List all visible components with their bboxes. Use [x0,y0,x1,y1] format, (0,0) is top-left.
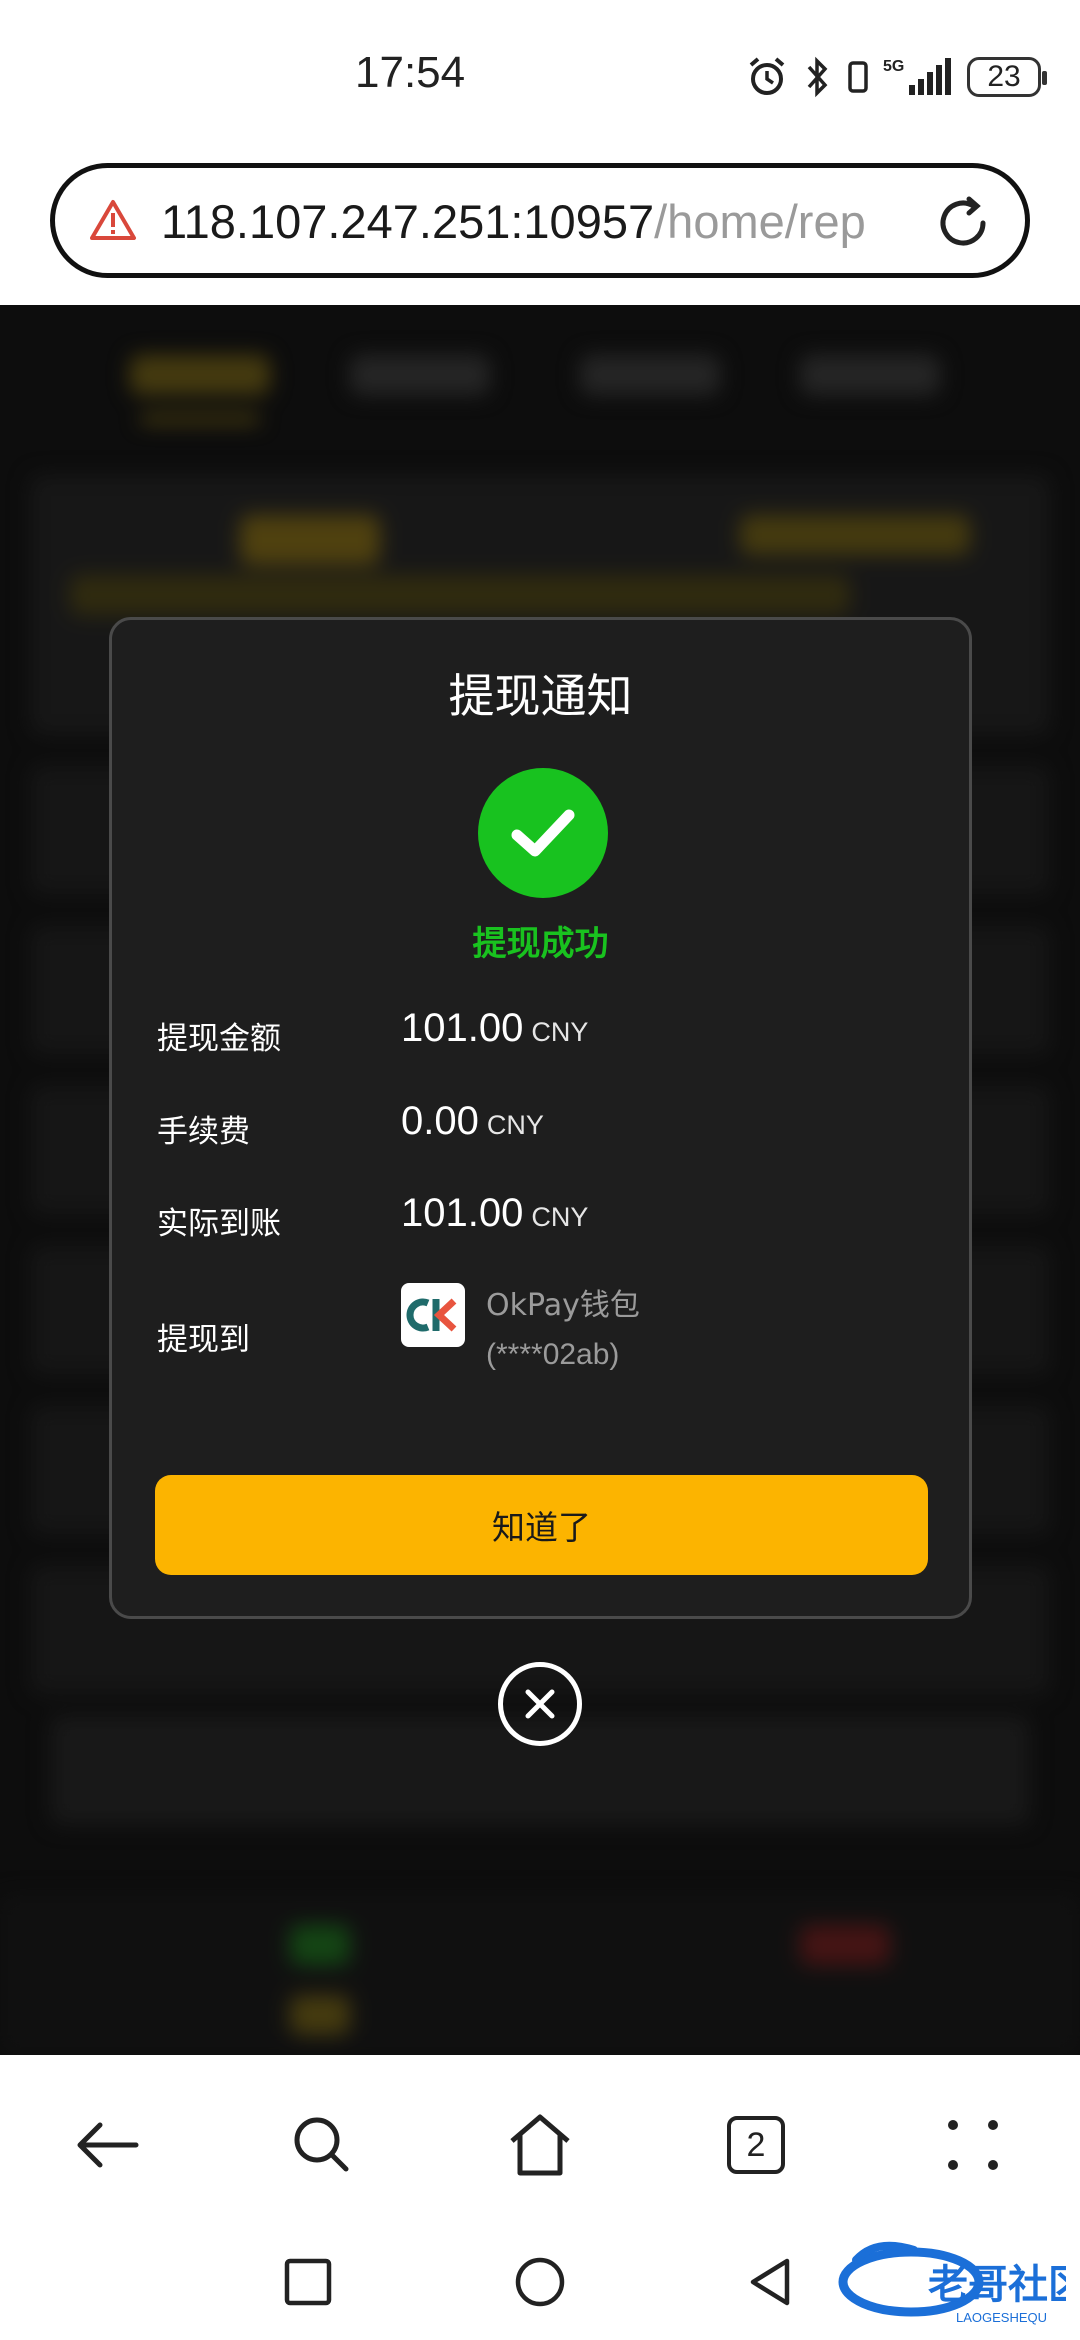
actual-number: 101.00 [401,1191,524,1235]
amount-value: 101.00 CNY [401,1006,588,1051]
alarm-icon [749,57,785,95]
wallet-account: (****02ab) [486,1338,620,1371]
okpay-logo-icon [401,1283,465,1347]
home-button[interactable] [495,2100,585,2190]
destination-label: 提现到 [157,1322,250,1358]
withdrawal-notice-dialog: 提现通知 提现成功 提现金额 101.00 CNY 手续费 0.00 CNY 实际到… [109,617,972,1619]
signal-icon: 5G [883,58,951,95]
success-check-icon [478,768,608,898]
actual-label: 实际到账 [157,1206,281,1242]
fee-number: 0.00 [401,1099,479,1143]
circle-icon [515,2257,565,2307]
bluetooth-icon [807,56,828,98]
actual-currency: CNY [531,1202,589,1232]
fee-value: 0.00 CNY [401,1099,544,1144]
reload-icon[interactable] [933,193,993,253]
tabs-button[interactable]: 2 [711,2100,801,2190]
status-icons: 5G 23 [745,52,1047,102]
watermark-text: 老哥社区 [928,2262,1066,2308]
menu-button[interactable] [928,2100,1018,2190]
triangle-back-icon [750,2258,790,2306]
battery-indicator: 23 [967,57,1047,97]
fee-currency: CNY [486,1110,544,1140]
confirm-button[interactable]: 知道了 [155,1475,928,1575]
battery-level: 23 [987,60,1021,93]
amount-number: 101.00 [401,1006,524,1050]
url-path: /home/rep [654,195,866,248]
square-icon [284,2258,332,2306]
system-home-button[interactable] [500,2242,580,2322]
url-host: 118.107.247.251:10957 [161,195,655,248]
warning-icon[interactable] [89,198,137,242]
watermark-logo: 老哥社区 LAOGESHEQU [838,2241,1066,2325]
close-icon [525,1689,555,1719]
amount-label: 提现金额 [157,1021,281,1057]
home-icon [510,2114,570,2176]
actual-value: 101.00 CNY [401,1191,588,1236]
url-text[interactable]: 118.107.247.251:10957/home/rep [161,194,951,249]
status-text: 提现成功 [472,924,609,964]
vibrate-icon [848,61,868,93]
status-time: 17:54 [355,48,466,97]
search-icon [294,2117,349,2172]
more-dots-icon [948,2120,998,2170]
close-dialog-button[interactable] [498,1662,582,1746]
wallet-name: OkPay钱包 [486,1288,640,1323]
search-button[interactable] [277,2100,367,2190]
address-bar-area: 118.107.247.251:10957/home/rep [0,150,1080,305]
system-navigation-bar: 老哥社区 LAOGESHEQU [0,2230,1080,2340]
checkmark-icon [511,809,575,857]
network-type: 5G [883,58,904,75]
browser-toolbar: 2 [0,2055,1080,2230]
back-button[interactable] [62,2100,152,2190]
amount-currency: CNY [531,1017,589,1047]
tabs-count: 2 [727,2116,785,2174]
address-bar[interactable]: 118.107.247.251:10957/home/rep [50,163,1030,278]
system-back-button[interactable] [730,2242,810,2322]
arrow-left-icon [77,2122,139,2168]
recents-button[interactable] [268,2242,348,2322]
dialog-title: 提现通知 [448,669,633,723]
status-bar: 17:54 5G 23 [0,0,1080,150]
watermark-subtext: LAOGESHEQU [956,2310,1047,2325]
fee-label: 手续费 [157,1114,250,1150]
